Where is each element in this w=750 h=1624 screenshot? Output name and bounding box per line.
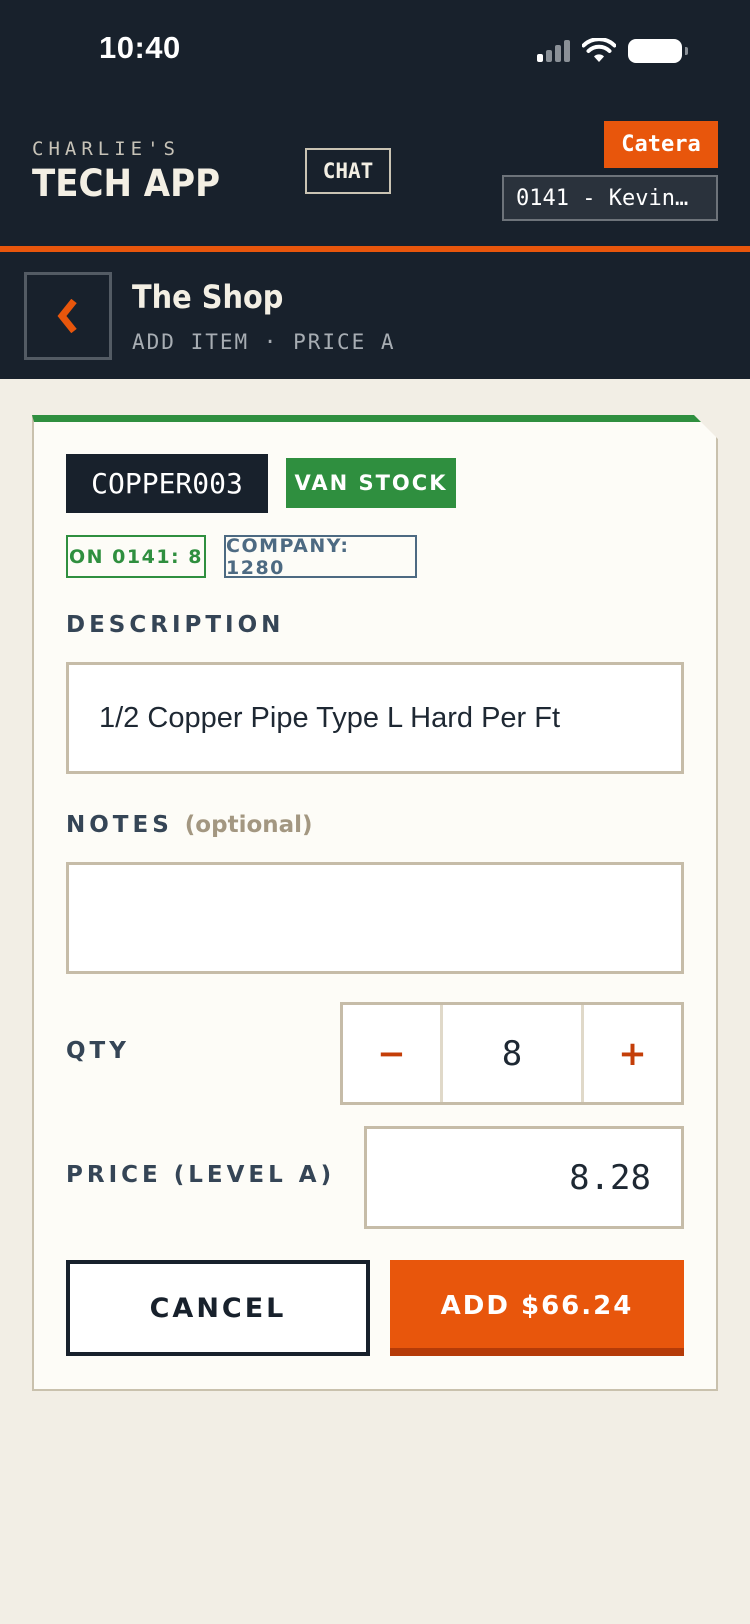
description-input[interactable] [99,702,681,735]
qty-label: QTY [66,1038,130,1064]
app-header: 10:40 CHARLIE'S TECH APP CHAT Catera 014… [0,0,750,246]
company-quantity-chip: COMPANY: 1280 [224,535,417,578]
description-field[interactable] [66,662,684,774]
notes-field[interactable] [66,862,684,974]
status-icons [537,36,688,66]
notes-label-text: NOTES [66,812,173,838]
notes-optional-hint: (optional) [184,812,313,838]
notes-label: NOTES (optional) [66,812,313,838]
price-label: PRICE (LEVEL A) [66,1162,336,1188]
qty-increment-button[interactable]: + [581,1005,681,1102]
brand-subtitle: CHARLIE'S [32,138,180,160]
battery-icon [628,39,688,63]
add-item-card: COPPER003 VAN STOCK ON 0141: 8 COMPANY: … [32,415,718,1391]
cancel-button[interactable]: CANCEL [66,1260,370,1356]
catera-badge[interactable]: Catera [604,121,718,168]
add-item-button[interactable]: ADD $66.24 [390,1260,684,1356]
wifi-icon [582,38,616,62]
technician-selector[interactable]: 0141 - Kevin… [502,175,718,221]
page-subtitle: ADD ITEM · PRICE A [132,330,396,354]
page-title: The Shop [132,278,284,316]
description-label: DESCRIPTION [66,612,285,638]
van-quantity-chip: ON 0141: 8 [66,535,206,578]
sub-header: The Shop ADD ITEM · PRICE A [0,252,750,379]
notes-input[interactable] [99,902,681,935]
stock-type-badge: VAN STOCK [286,458,456,508]
chevron-left-icon [57,299,77,333]
cellular-signal-icon [537,40,570,62]
qty-decrement-button[interactable]: − [343,1005,443,1102]
qty-value[interactable]: 8 [443,1005,581,1102]
price-input[interactable]: 8.28 [364,1126,684,1229]
quantity-stepper: − 8 + [340,1002,684,1105]
status-time: 10:40 [99,30,181,65]
chat-button[interactable]: CHAT [305,148,391,194]
back-button[interactable] [24,272,112,360]
sku-tag: COPPER003 [66,454,268,513]
brand-title: TECH APP [32,162,221,205]
